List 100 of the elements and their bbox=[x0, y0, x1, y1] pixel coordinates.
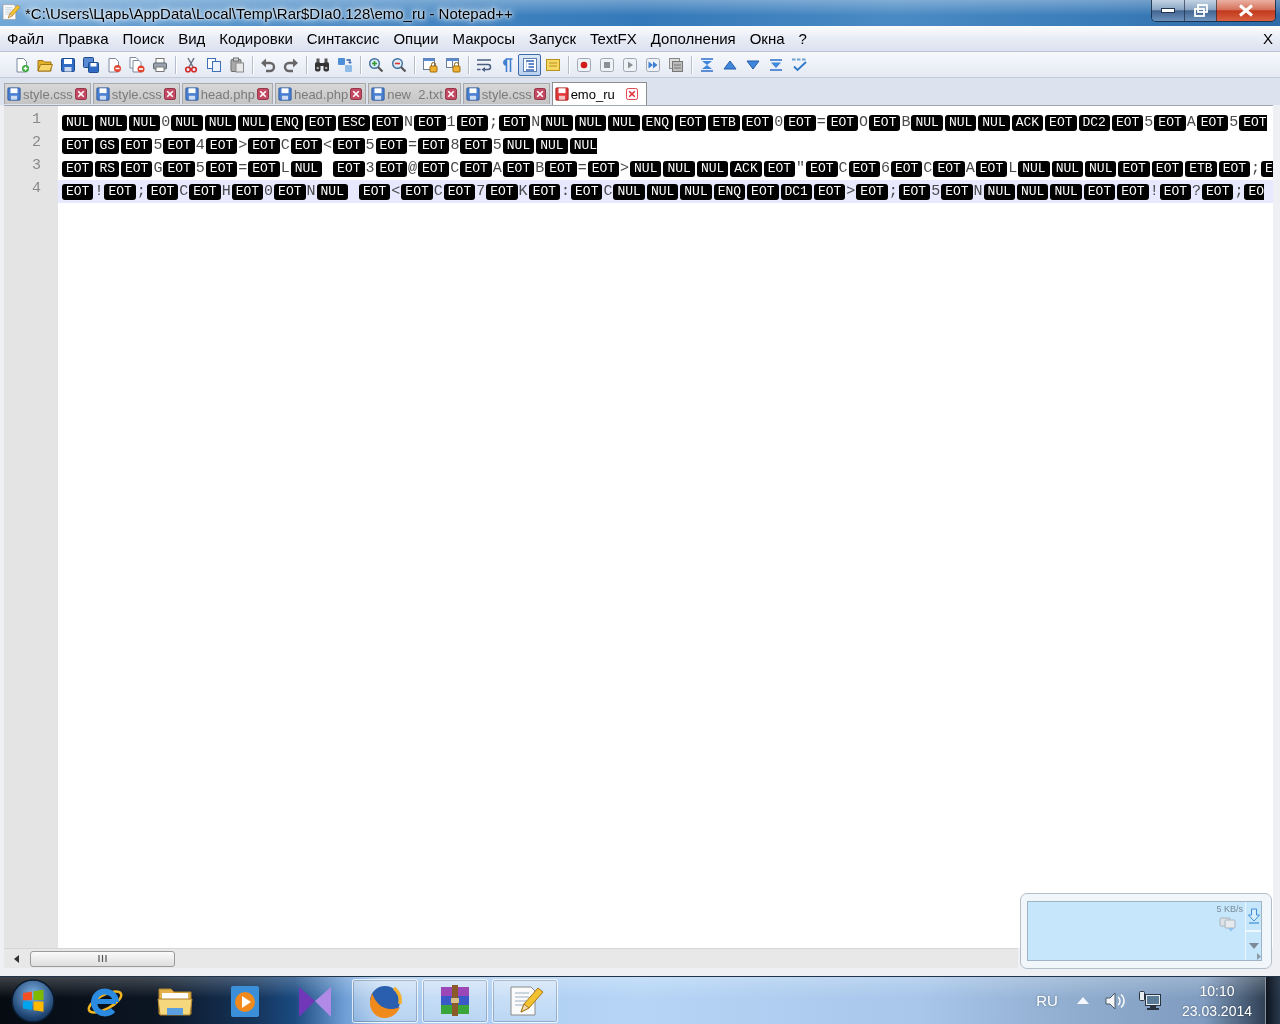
control-char-token: EOT bbox=[460, 160, 492, 177]
control-char-token: ACK bbox=[730, 160, 762, 177]
control-char-token: NUL bbox=[569, 137, 598, 154]
control-char-token: EOT bbox=[456, 114, 488, 131]
control-char-token: EOT bbox=[1159, 183, 1192, 200]
control-char-token: EOT bbox=[231, 183, 264, 200]
start-orb-icon[interactable] bbox=[10, 977, 56, 1024]
redo-icon bbox=[282, 56, 299, 73]
control-char-token: EOT bbox=[1118, 160, 1150, 177]
code-char: A bbox=[492, 159, 502, 179]
code-char: A bbox=[965, 159, 975, 179]
control-char-token: EOT bbox=[1083, 183, 1116, 200]
control-char-token: EOT bbox=[163, 160, 195, 177]
control-char-token: RS bbox=[95, 160, 119, 177]
close-icon[interactable] bbox=[444, 88, 457, 100]
resize-grip-icon[interactable] bbox=[1257, 953, 1261, 960]
show-desktop-button[interactable] bbox=[1265, 976, 1280, 1024]
clipboard-icon bbox=[228, 56, 245, 73]
line-number: 2 bbox=[31, 134, 42, 153]
control-char-token: EOT bbox=[1196, 114, 1229, 131]
control-char-token: EOT bbox=[806, 160, 838, 177]
control-char-token: EOT bbox=[498, 114, 531, 131]
control-char-token: EOT bbox=[941, 183, 973, 200]
minimize-button[interactable] bbox=[1152, 0, 1184, 21]
control-char-token: EOT bbox=[502, 160, 535, 177]
close-icon[interactable] bbox=[74, 88, 87, 100]
control-char-token: EOT bbox=[104, 183, 136, 200]
control-char-token: EOT bbox=[248, 137, 280, 154]
menu-item[interactable]: ? bbox=[791, 30, 814, 47]
close-document-button[interactable]: X bbox=[1261, 30, 1275, 47]
code-char: B bbox=[901, 113, 911, 133]
line-number: 4 bbox=[31, 180, 42, 199]
document-plus-icon bbox=[13, 56, 30, 73]
download-arrow-icon[interactable] bbox=[1247, 908, 1260, 924]
control-char-token: EOT bbox=[675, 114, 707, 131]
network-icon[interactable] bbox=[1138, 990, 1161, 1011]
window-lock-icon bbox=[444, 56, 461, 73]
play-icon bbox=[621, 56, 638, 73]
zoom-in-icon bbox=[367, 56, 384, 73]
code-char: ! bbox=[94, 182, 104, 202]
code-char: " bbox=[796, 159, 806, 179]
menu-item[interactable]: TextFX bbox=[583, 30, 644, 47]
control-char-token: EOT bbox=[741, 114, 774, 131]
menu-item[interactable]: Файл bbox=[0, 30, 51, 47]
speaker-icon[interactable] bbox=[1104, 990, 1127, 1011]
menu-item[interactable]: Синтаксис bbox=[299, 30, 387, 47]
code-char: O bbox=[859, 113, 869, 133]
control-char-token: EOT bbox=[587, 160, 620, 177]
control-char-token: EOT bbox=[121, 137, 153, 154]
copy-icon bbox=[205, 56, 222, 73]
record-icon bbox=[575, 56, 592, 73]
code-char: 5 bbox=[931, 182, 941, 202]
menu-item[interactable]: Опции bbox=[386, 30, 446, 47]
code-char: > bbox=[846, 182, 856, 202]
control-char-token: NUL bbox=[944, 114, 977, 131]
clock-date[interactable]: 23.03.2014 bbox=[1181, 1000, 1252, 1021]
control-char-token: ENQ bbox=[641, 114, 673, 131]
close-icon[interactable] bbox=[533, 88, 546, 100]
menu-item[interactable]: Запуск bbox=[522, 30, 584, 47]
restore-button[interactable] bbox=[1184, 0, 1216, 21]
control-char-token: EOT bbox=[747, 183, 779, 200]
fast-forward-icon bbox=[644, 56, 661, 73]
control-char-token: EOT bbox=[333, 137, 365, 154]
close-icon[interactable] bbox=[256, 88, 269, 100]
menu-item[interactable]: Вид bbox=[171, 30, 213, 47]
scrollbar-thumb[interactable] bbox=[30, 950, 175, 967]
code-char: N bbox=[306, 182, 316, 202]
grip-icon bbox=[98, 955, 107, 962]
control-char-token: NUL bbox=[1050, 183, 1082, 200]
control-char-token: NUL bbox=[316, 183, 348, 200]
control-char-token: EOT bbox=[121, 160, 153, 177]
indent-guide-button[interactable] bbox=[518, 53, 541, 76]
control-char-token: NUL bbox=[204, 114, 237, 131]
code-char: ; bbox=[136, 182, 146, 202]
code-char: N bbox=[531, 113, 541, 133]
control-char-token: EOT bbox=[1045, 114, 1077, 131]
file-tab[interactable]: emo_ru bbox=[551, 82, 647, 105]
menu-item[interactable]: Поиск bbox=[115, 30, 172, 47]
code-char: ! bbox=[1149, 182, 1159, 202]
control-char-token: NUL bbox=[663, 160, 695, 177]
documents-minus-icon bbox=[128, 56, 145, 73]
control-char-token: EOT bbox=[460, 137, 492, 154]
control-char-token: EOT bbox=[898, 183, 931, 200]
menu-item[interactable]: Правка bbox=[50, 30, 116, 47]
close-icon[interactable] bbox=[350, 88, 363, 100]
menu-item[interactable]: Окна bbox=[742, 30, 792, 47]
control-char-token: EOT bbox=[826, 114, 859, 131]
code-char: C bbox=[838, 159, 848, 179]
menu-item[interactable]: Дополнения bbox=[643, 30, 743, 47]
control-char-token: EOT bbox=[62, 183, 94, 200]
control-char-token: NUL bbox=[290, 160, 323, 177]
code-char: 8 bbox=[450, 136, 460, 156]
dropdown-arrow-icon[interactable] bbox=[1248, 943, 1259, 949]
close-button[interactable] bbox=[1216, 0, 1275, 21]
close-icon[interactable] bbox=[163, 88, 176, 100]
close-icon[interactable] bbox=[625, 88, 638, 100]
minimize-icon bbox=[1161, 8, 1175, 13]
control-char-token: EOT bbox=[274, 183, 306, 200]
menu-item[interactable]: Макросы bbox=[445, 30, 523, 47]
menu-item[interactable]: Кодировки bbox=[212, 30, 300, 47]
